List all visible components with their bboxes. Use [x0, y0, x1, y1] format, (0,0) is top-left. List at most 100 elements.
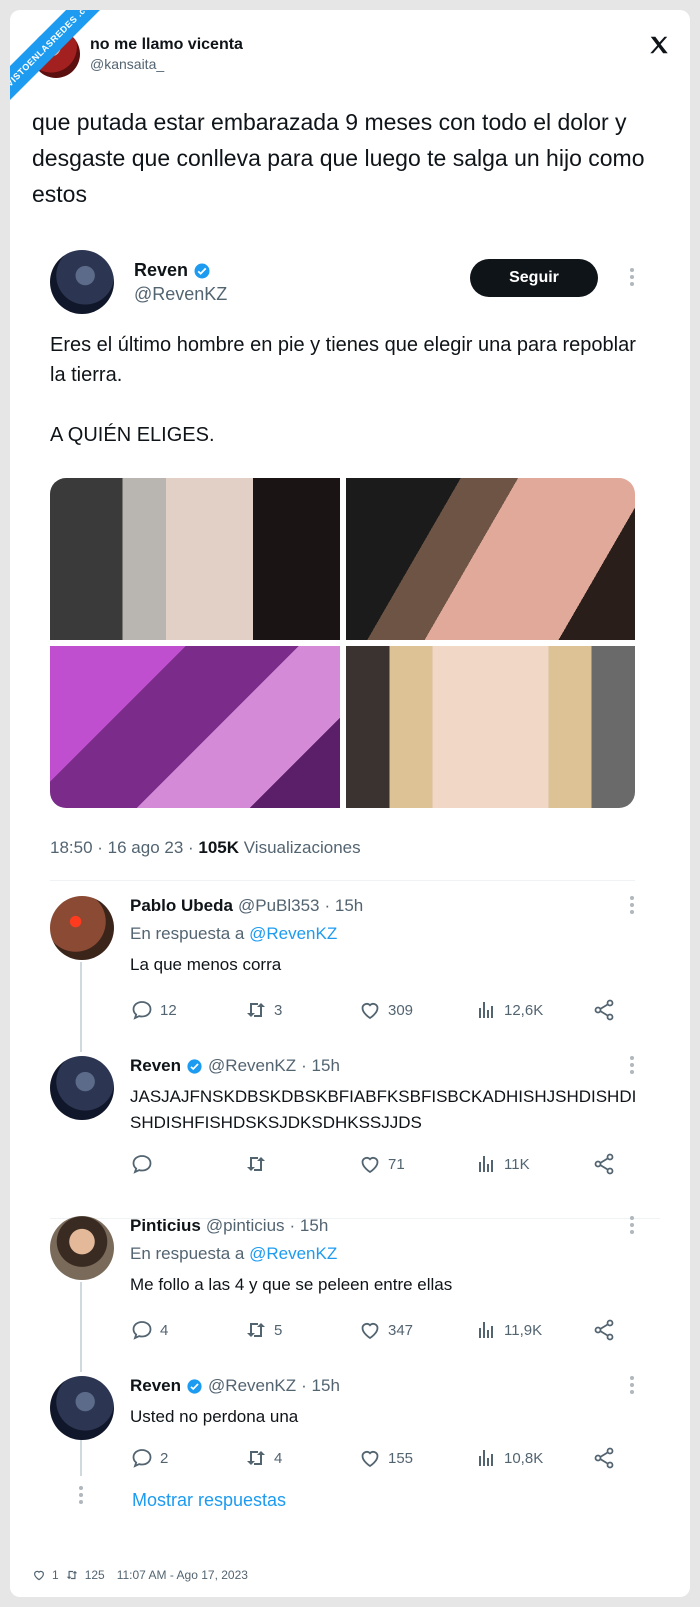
share-icon: [594, 1319, 614, 1341]
retweet-count: 5: [274, 1321, 283, 1339]
verified-badge-icon: [187, 1058, 202, 1074]
retweet-icon: [247, 1157, 265, 1171]
views-button[interactable]: 11,9K: [474, 1318, 542, 1342]
views-icon: [479, 1450, 493, 1466]
footer-timestamp: 11:07 AM - Ago 17, 2023: [116, 1568, 248, 1582]
reply-text: Me follo a las 4 y que se peleen entre e…: [130, 1275, 453, 1294]
reply-author-handle[interactable]: @PuBl353: [238, 896, 320, 916]
quoted-author-handle[interactable]: @RevenKZ: [134, 284, 227, 305]
retweet-button[interactable]: [244, 1152, 274, 1176]
retweet-button[interactable]: 5: [244, 1318, 282, 1342]
more-options-icon[interactable]: [630, 1376, 634, 1397]
retweet-icon: [66, 1570, 77, 1580]
photo-2[interactable]: [345, 478, 635, 640]
reply: Reven @RevenKZ · 15h JASJAJFNSKDBSKDBSKB…: [50, 1056, 650, 1206]
share-button[interactable]: [592, 1152, 616, 1176]
comment-button[interactable]: 2: [130, 1446, 168, 1470]
like-count: 309: [388, 1001, 414, 1019]
reply-author-handle[interactable]: @RevenKZ: [208, 1376, 296, 1396]
share-button[interactable]: [592, 1318, 616, 1342]
views-button[interactable]: 10,8K: [474, 1446, 543, 1470]
avatar[interactable]: [50, 1056, 114, 1120]
divider: [50, 880, 635, 881]
reply-to-link[interactable]: @RevenKZ: [249, 1244, 337, 1263]
comment-count: 12: [160, 1001, 177, 1019]
reply-author-name[interactable]: Pablo Ubeda: [130, 896, 233, 916]
retweet-icon: [247, 1451, 265, 1465]
reply-to-line: En respuesta a @RevenKZ: [130, 1244, 337, 1264]
retweet-count: 3: [274, 1001, 283, 1019]
retweet-icon: [247, 1003, 265, 1017]
avatar[interactable]: [50, 1376, 114, 1440]
outer-tweet-text: que putada estar embarazada 9 meses con …: [32, 109, 645, 207]
more-options-icon[interactable]: [630, 268, 634, 289]
reply-actions: 71 11K: [130, 1152, 620, 1178]
footer-meta: 1 125 11:07 AM - Ago 17, 2023: [32, 1568, 248, 1582]
image-grid: [50, 478, 635, 808]
x-logo-icon[interactable]: [648, 34, 670, 56]
comment-button[interactable]: 4: [130, 1318, 168, 1342]
reply-author-name[interactable]: Pinticius: [130, 1216, 201, 1236]
views-icon: [479, 1002, 493, 1018]
like-button[interactable]: 155: [358, 1446, 413, 1470]
photo-1[interactable]: [50, 478, 340, 640]
retweet-count: 4: [274, 1449, 283, 1467]
reply-actions: 2 4 155 10,8K: [130, 1446, 620, 1472]
photo-4[interactable]: [345, 646, 635, 808]
outer-author-name[interactable]: no me llamo vicenta: [90, 36, 243, 54]
quoted-text-paragraph: Eres el último hombre en pie y tienes qu…: [50, 334, 636, 386]
like-button[interactable]: 347: [358, 1318, 413, 1342]
reply-time[interactable]: · 15h: [290, 1216, 329, 1236]
quoted-tweet-text: Eres el último hombre en pie y tienes qu…: [50, 330, 650, 450]
like-button[interactable]: 71: [358, 1152, 405, 1176]
like-count: 71: [388, 1155, 405, 1173]
avatar[interactable]: [50, 250, 114, 314]
reply: Reven @RevenKZ · 15h Usted no perdona un…: [50, 1376, 650, 1486]
views-count: 11,9K: [504, 1321, 543, 1339]
verified-badge-icon: [194, 263, 210, 278]
outer-author-handle[interactable]: @kansaita_: [90, 56, 243, 72]
follow-button[interactable]: Seguir: [470, 259, 598, 297]
comment-icon: [132, 1321, 152, 1340]
reply-actions: 12 3 309 12,6K: [130, 998, 620, 1024]
reply-time[interactable]: · 15h: [301, 1056, 340, 1076]
show-replies-link[interactable]: Mostrar respuestas: [132, 1490, 286, 1511]
reply-to-line: En respuesta a @RevenKZ: [130, 924, 337, 944]
comment-button[interactable]: [130, 1152, 160, 1176]
avatar[interactable]: [50, 896, 114, 960]
retweet-button[interactable]: 4: [244, 1446, 282, 1470]
views-button[interactable]: 12,6K: [474, 998, 543, 1022]
reply-author-handle[interactable]: @pinticius: [206, 1216, 285, 1236]
comment-icon: [132, 1155, 152, 1174]
verified-badge-icon: [187, 1378, 202, 1394]
like-button[interactable]: 309: [358, 998, 413, 1022]
views-button[interactable]: 11K: [474, 1152, 530, 1176]
comment-button[interactable]: 12: [130, 998, 177, 1022]
reply-author-name[interactable]: Reven: [130, 1056, 181, 1076]
reply: Pablo Ubeda @PuBl353 · 15h En respuesta …: [50, 896, 650, 1046]
thread-dots: [79, 1486, 83, 1507]
reply-author-name[interactable]: Reven: [130, 1376, 181, 1396]
more-options-icon[interactable]: [630, 1216, 634, 1237]
views-icon: [479, 1322, 493, 1338]
more-options-icon[interactable]: [630, 896, 634, 917]
reply-actions: 4 5 347 11,9K: [130, 1318, 620, 1344]
views-count: 105K: [198, 838, 240, 857]
reply-author-handle[interactable]: @RevenKZ: [208, 1056, 296, 1076]
quoted-author-name[interactable]: Reven: [134, 260, 188, 281]
tweet-time[interactable]: 18:50 · 16 ago 23 ·: [50, 838, 198, 857]
reply-time[interactable]: · 15h: [301, 1376, 340, 1396]
more-options-icon[interactable]: [630, 1056, 634, 1077]
share-button[interactable]: [592, 1446, 616, 1470]
quoted-tweet: Reven @RevenKZ Seguir Eres el último hom…: [50, 250, 660, 1510]
photo-3[interactable]: [50, 646, 340, 808]
heart-icon: [361, 1450, 379, 1468]
retweet-button[interactable]: 3: [244, 998, 282, 1022]
avatar[interactable]: [50, 1216, 114, 1280]
share-icon: [594, 999, 614, 1021]
views-count: 12,6K: [504, 1001, 544, 1019]
reply-time[interactable]: · 15h: [325, 896, 364, 916]
reply-text: La que menos corra: [130, 955, 282, 974]
share-button[interactable]: [592, 998, 616, 1022]
reply-to-link[interactable]: @RevenKZ: [249, 924, 337, 943]
